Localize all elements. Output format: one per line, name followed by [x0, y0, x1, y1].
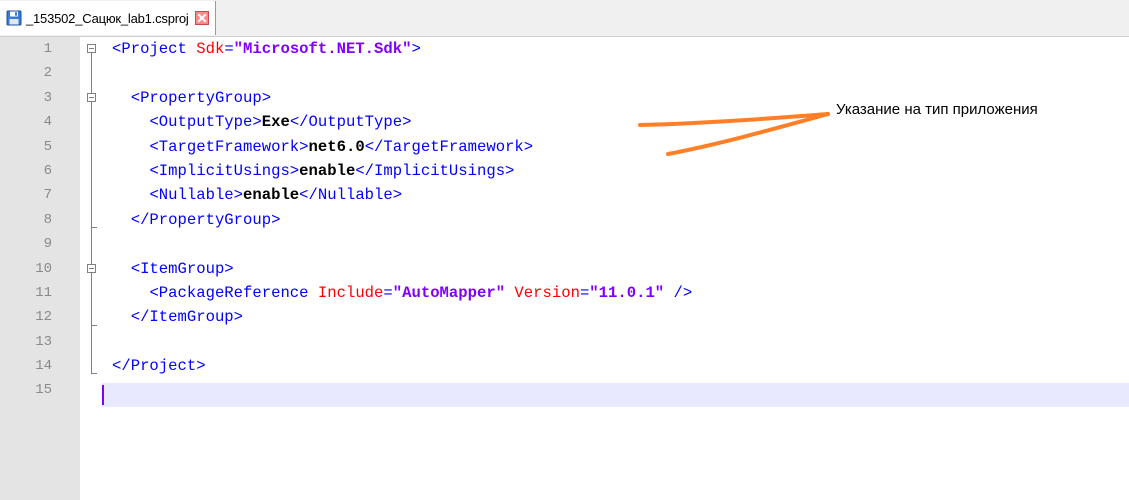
xml-tag: </TargetFramework>	[364, 137, 534, 156]
line-number: 7	[43, 187, 52, 204]
xml-attribute-value: "AutoMapper"	[392, 283, 506, 302]
xml-tag: />	[664, 283, 693, 302]
xml-attribute: Version	[514, 283, 580, 302]
line-number: 10	[35, 260, 52, 277]
code-line-8: </PropertyGroup>	[112, 208, 1122, 232]
code-line-11: <PackageReference Include="AutoMapper" V…	[112, 281, 1122, 305]
close-icon[interactable]	[194, 11, 209, 25]
xml-attribute-value: "Microsoft.NET.Sdk"	[233, 40, 412, 58]
xml-text: enable	[299, 161, 356, 180]
line-number: 5	[43, 138, 52, 155]
xml-tag: </PropertyGroup>	[130, 210, 281, 229]
xml-tag: <Project	[112, 40, 197, 58]
xml-text: Exe	[261, 113, 290, 132]
xml-tag: </Project>	[112, 357, 206, 376]
xml-tag: <TargetFramework>	[149, 137, 309, 156]
code-line-1: <Project Sdk="Microsoft.NET.Sdk">	[112, 37, 1122, 61]
xml-tag: >	[411, 40, 421, 58]
xml-attribute-value: "11.0.1"	[589, 283, 665, 302]
xml-tag: </Nullable>	[299, 186, 403, 205]
text-caret	[102, 385, 104, 405]
line-number: 4	[43, 114, 52, 131]
xml-tag: <PackageReference	[149, 283, 318, 302]
line-number: 12	[35, 309, 52, 326]
notepad-plus-plus-window: _153502_Сацюк_lab1.csproj 1 2 3 4 5 6 7 …	[0, 0, 1129, 500]
code-line-10: <ItemGroup>	[112, 257, 1122, 281]
line-number-gutter: 1 2 3 4 5 6 7 8 9 10 11 12 13 14 15	[0, 37, 80, 500]
line-number: 9	[43, 236, 52, 253]
line-number: 14	[35, 358, 52, 375]
fold-end-tick	[91, 227, 97, 228]
code-lines: <Project Sdk="Microsoft.NET.Sdk"> <Prope…	[112, 37, 1122, 403]
line-numbers: 1 2 3 4 5 6 7 8 9 10 11 12 13 14 15	[0, 37, 52, 403]
fold-toggle-propertygroup[interactable]	[87, 93, 96, 102]
xml-attribute: Include	[317, 283, 384, 302]
tab-label: _153502_Сацюк_lab1.csproj	[26, 10, 189, 26]
line-number: 8	[43, 211, 52, 228]
line-number: 2	[43, 65, 52, 82]
xml-tag: <ItemGroup>	[130, 259, 234, 278]
xml-equals: =	[579, 283, 590, 302]
code-line-14: </Project>	[112, 354, 1122, 378]
xml-tag: <OutputType>	[149, 113, 262, 132]
line-number: 13	[35, 333, 52, 350]
fold-end-tick	[91, 373, 97, 374]
xml-text: enable	[243, 186, 300, 205]
line-number: 3	[43, 89, 52, 106]
tab-csproj-file[interactable]: _153502_Сацюк_lab1.csproj	[0, 1, 216, 35]
code-line-7: <Nullable>enable</Nullable>	[112, 183, 1122, 207]
fold-toggle-project[interactable]	[87, 44, 96, 53]
xml-tag: <ImplicitUsings>	[149, 161, 300, 180]
floppy-disk-icon	[6, 10, 22, 26]
fold-end-tick	[91, 325, 97, 326]
annotation-arrow	[638, 112, 830, 156]
fold-toggle-itemgroup[interactable]	[87, 264, 96, 273]
tab-bar: _153502_Сацюк_lab1.csproj	[0, 0, 1129, 37]
xml-tag: </ImplicitUsings>	[355, 161, 515, 180]
line-number: 1	[43, 41, 52, 57]
xml-equals: =	[224, 40, 234, 58]
code-line-12: </ItemGroup>	[112, 305, 1122, 329]
line-number: 11	[35, 284, 52, 301]
xml-tag: <Nullable>	[149, 186, 244, 205]
xml-attribute: Sdk	[196, 40, 225, 58]
xml-text: net6.0	[308, 137, 365, 156]
line-number: 6	[43, 162, 52, 179]
xml-tag: </ItemGroup>	[130, 308, 244, 327]
xml-tag: </OutputType>	[289, 113, 412, 132]
annotation-text: Указание на тип приложения	[836, 101, 1038, 118]
line-number: 15	[35, 382, 52, 399]
xml-tag: <PropertyGroup>	[130, 88, 272, 107]
xml-equals: =	[383, 283, 393, 302]
